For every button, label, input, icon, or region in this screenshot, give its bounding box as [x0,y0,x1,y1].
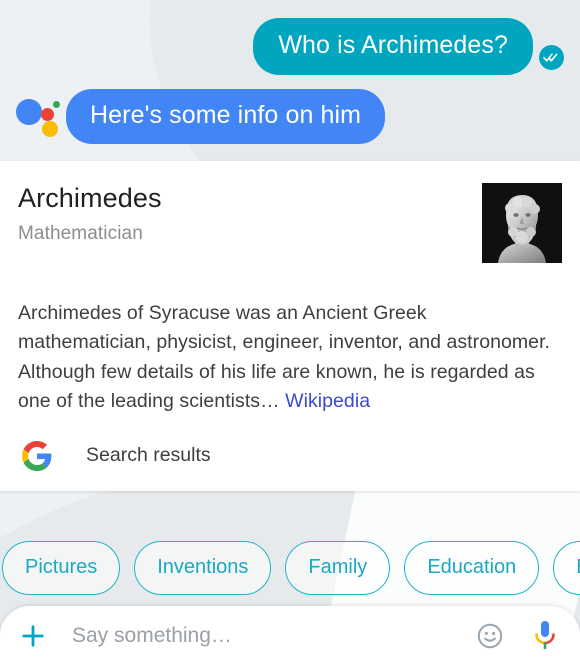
emoji-smiley-icon[interactable] [476,622,504,650]
search-results-row[interactable]: Search results [18,440,562,471]
user-message-bubble[interactable]: Who is Archimedes? [253,18,533,75]
knowledge-card-subtitle: Mathematician [18,222,143,244]
search-results-label: Search results [86,444,211,466]
suggestion-chip-books[interactable]: Books [553,540,580,595]
suggestion-chip-pictures[interactable]: Pictures [2,540,121,595]
knowledge-card-title: Archimedes [18,182,162,213]
wikipedia-source-link[interactable]: Wikipedia [285,390,370,412]
google-assistant-logo-icon [14,93,60,139]
knowledge-card-description: Archimedes of Syracuse was an Ancient Gr… [18,299,562,417]
user-message-row: Who is Archimedes? [0,0,580,75]
suggestion-chip-inventions[interactable]: Inventions [134,540,272,595]
knowledge-card-header: Archimedes Mathematician [18,182,562,263]
message-text-input[interactable] [72,624,476,648]
assistant-message-bubble[interactable]: Here's some info on him [66,88,386,144]
suggestion-chip-family[interactable]: Family [285,540,391,595]
assistant-conversation-screen: Who is Archimedes? Here's some info on h… [0,0,580,666]
knowledge-card-portrait [482,182,562,263]
knowledge-card[interactable]: Archimedes Mathematician Archimedes of S… [0,160,580,491]
plus-icon[interactable] [20,623,46,649]
knowledge-card-titles: Archimedes Mathematician [18,183,162,245]
knowledge-card-description-text: Archimedes of Syracuse was an Ancient Gr… [18,301,551,413]
suggestion-chips-row: Pictures Inventions Family Education Boo… [0,540,580,595]
message-input-bar [0,606,580,666]
conversation-area: Who is Archimedes? Here's some info on h… [0,0,580,144]
assistant-message-row: Here's some info on him [0,75,580,144]
google-g-icon [22,440,52,471]
suggestion-chip-education[interactable]: Education [404,540,540,595]
double-check-icon [539,44,564,70]
microphone-icon[interactable] [532,619,558,653]
